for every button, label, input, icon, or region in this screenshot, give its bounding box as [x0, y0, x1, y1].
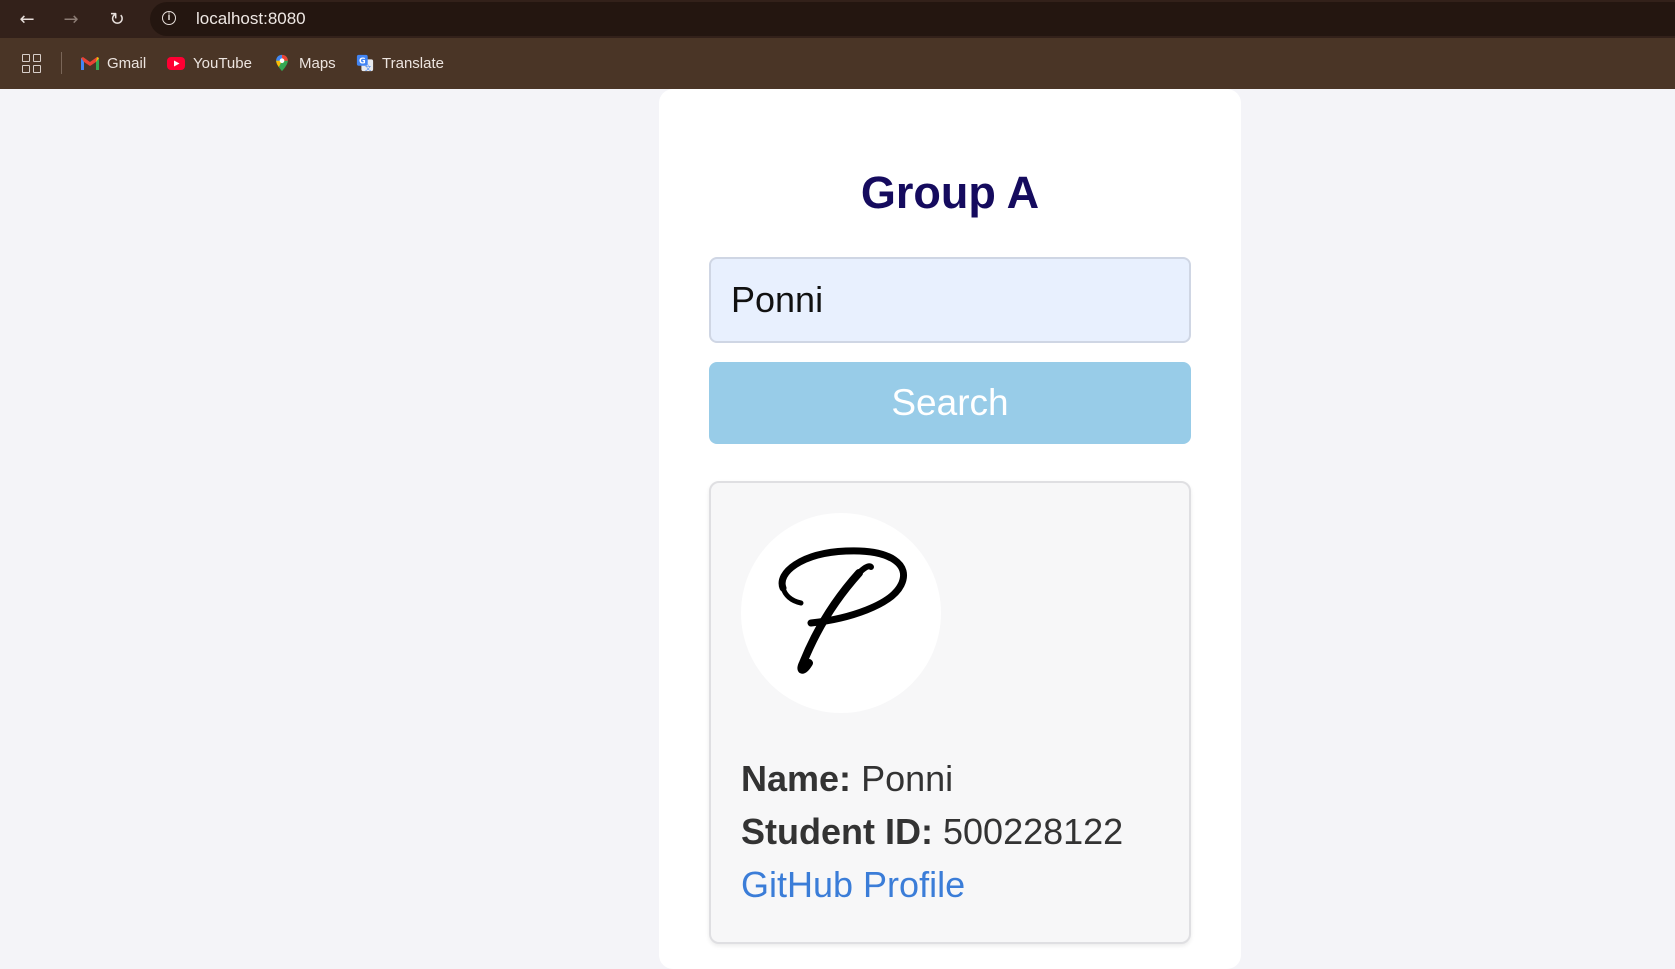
bookmark-label: Translate: [382, 54, 444, 72]
bookmark-translate[interactable]: G 文 Translate: [355, 52, 444, 74]
youtube-icon: [167, 57, 185, 70]
name-label: Name:: [741, 758, 852, 799]
student-id: 500228122: [943, 811, 1124, 852]
site-info-icon[interactable]: i: [162, 11, 176, 25]
bookmark-gmail[interactable]: Gmail: [80, 52, 146, 74]
svg-text:文: 文: [365, 63, 372, 72]
url-text[interactable]: localhost:8080: [196, 9, 306, 29]
signature-p-avatar: [778, 547, 907, 674]
bookmarks-divider: [61, 52, 62, 74]
search-button[interactable]: Search: [709, 362, 1191, 444]
apps-grid-icon[interactable]: [22, 54, 42, 74]
back-arrow-icon[interactable]: ←: [14, 6, 40, 32]
address-bar[interactable]: i localhost:8080: [150, 2, 1675, 36]
avatar: [741, 513, 941, 713]
student-result-card: Name: Ponni Student ID: 500228122 GitHub…: [709, 481, 1191, 944]
page-title: Group A: [860, 167, 1040, 218]
student-id-label: Student ID:: [741, 811, 933, 852]
maps-icon: [276, 54, 288, 72]
student-name: Ponni: [861, 758, 954, 799]
bookmarks-bar: Gmail YouTube Maps G 文 Translate: [0, 38, 1675, 89]
gmail-icon: [81, 57, 99, 70]
bookmark-maps[interactable]: Maps: [272, 52, 336, 74]
github-profile-link[interactable]: GitHub Profile: [741, 864, 965, 906]
search-input[interactable]: [709, 257, 1191, 343]
browser-toolbar: ← → ↻ i localhost:8080: [0, 0, 1675, 38]
page-body: Group A Search Name: Ponni Student ID: 5…: [0, 89, 1675, 969]
student-name-line: Name: Ponni: [741, 758, 953, 800]
bookmark-youtube[interactable]: YouTube: [166, 52, 252, 74]
bookmark-label: YouTube: [193, 54, 252, 72]
student-id-line: Student ID: 500228122: [741, 811, 1123, 853]
bookmark-label: Gmail: [107, 54, 147, 72]
main-card: Group A Search Name: Ponni Student ID: 5…: [659, 89, 1241, 969]
reload-icon[interactable]: ↻: [104, 6, 130, 32]
forward-arrow-icon[interactable]: →: [58, 6, 84, 32]
bookmark-label: Maps: [299, 54, 336, 72]
translate-icon: G 文: [356, 54, 374, 72]
